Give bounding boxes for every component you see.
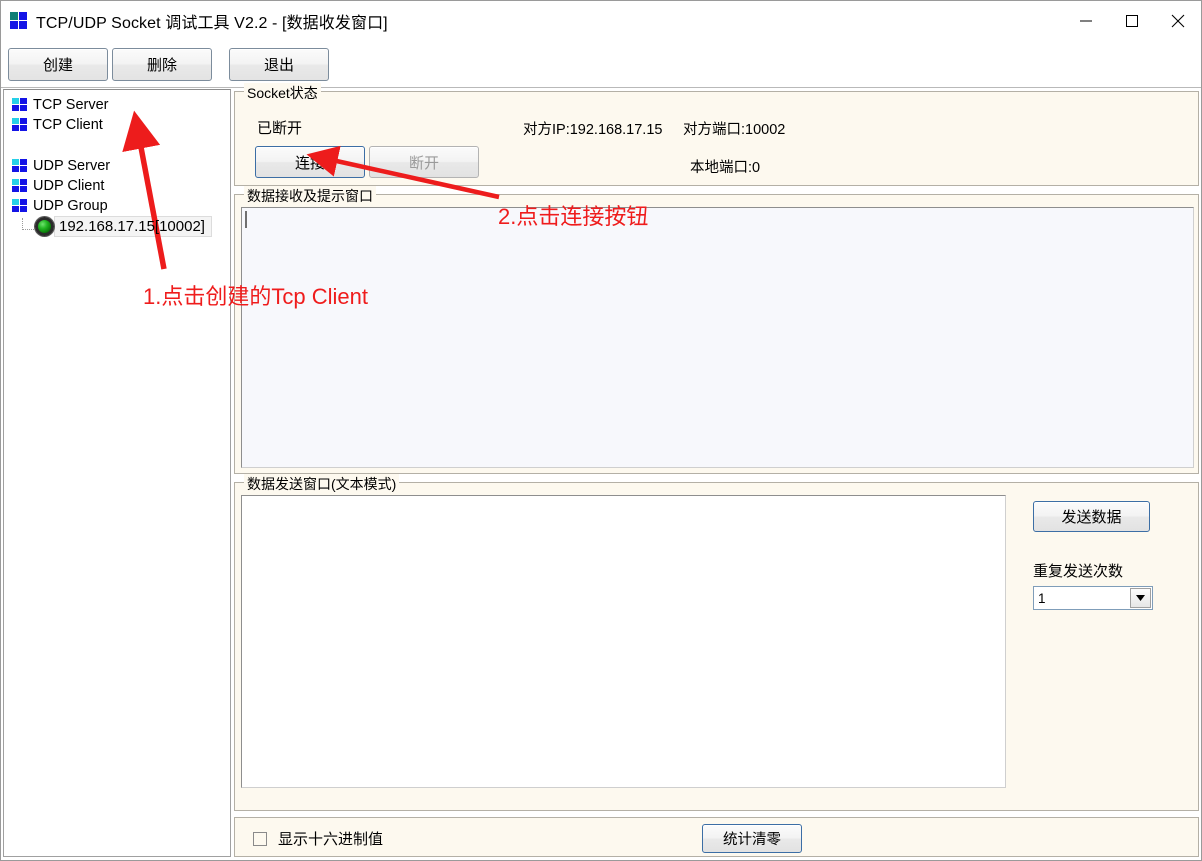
node-grid-icon [12, 179, 27, 193]
socket-status-group: Socket状态 已断开 对方IP:192.168.17.15 对方端口:100… [234, 91, 1199, 186]
exit-button[interactable]: 退出 [229, 48, 329, 81]
node-grid-icon [12, 199, 27, 213]
text-caret [245, 211, 247, 228]
send-window-group-title: 数据发送窗口(文本模式) [244, 474, 399, 494]
application-window: TCP/UDP Socket 调试工具 V2.2 - [数据收发窗口] 创建 删… [0, 0, 1202, 861]
green-led-icon [35, 217, 54, 236]
tree-item-label: UDP Group [33, 198, 108, 214]
tree-item-label: TCP Server [33, 97, 108, 113]
delete-button[interactable]: 删除 [112, 48, 212, 81]
clear-stats-button[interactable]: 统计清零 [702, 824, 802, 853]
window-title: TCP/UDP Socket 调试工具 V2.2 - [数据收发窗口] [36, 9, 388, 33]
tree-item-udp-group[interactable]: UDP Group [12, 196, 108, 216]
send-textarea[interactable] [241, 495, 1006, 788]
tree-item-label: UDP Client [33, 178, 104, 194]
repeat-count-label: 重复发送次数 [1033, 560, 1123, 581]
local-port-text: 本地端口:0 [690, 156, 760, 177]
checkbox-box[interactable] [253, 832, 267, 846]
create-button[interactable]: 创建 [8, 48, 108, 81]
tree-item-label: 192.168.17.15[10002] [59, 218, 205, 235]
toolbar: 创建 删除 退出 [1, 40, 1201, 88]
peer-ip-text: 对方IP:192.168.17.15 [523, 118, 662, 139]
app-grid-icon [10, 12, 27, 29]
close-icon[interactable] [1155, 1, 1201, 40]
receive-window-group-title: 数据接收及提示窗口 [244, 186, 376, 206]
window-controls [1063, 1, 1201, 40]
repeat-count-value: 1 [1034, 591, 1130, 606]
disconnect-button: 断开 [369, 146, 479, 178]
receive-textarea[interactable] [241, 207, 1194, 468]
chevron-down-icon[interactable] [1130, 588, 1151, 608]
node-grid-icon [12, 118, 27, 132]
receive-window-group: 数据接收及提示窗口 [234, 194, 1199, 474]
socket-tree-panel[interactable]: TCP Server TCP Client 192.168.17.15[1000… [3, 89, 231, 857]
connect-button[interactable]: 连接 [255, 146, 365, 178]
connection-state-text: 已断开 [257, 117, 302, 138]
bottom-options-bar: 显示十六进制值 统计清零 [234, 817, 1199, 857]
repeat-count-select[interactable]: 1 [1033, 586, 1153, 610]
maximize-icon[interactable] [1109, 1, 1155, 40]
socket-status-group-title: Socket状态 [244, 83, 321, 103]
tree-item-tcp-client[interactable]: TCP Client [12, 115, 103, 135]
tree-item-udp-server[interactable]: UDP Server [12, 156, 110, 176]
tree-item-tcp-server[interactable]: TCP Server [12, 95, 108, 115]
tree-item-tcp-client-connection[interactable]: 192.168.17.15[10002] [32, 216, 208, 236]
node-grid-icon [12, 159, 27, 173]
show-hex-label: 显示十六进制值 [278, 828, 383, 849]
peer-port-text: 对方端口:10002 [683, 118, 785, 139]
tree-item-label: TCP Client [33, 117, 103, 133]
title-bar: TCP/UDP Socket 调试工具 V2.2 - [数据收发窗口] [1, 1, 1201, 40]
show-hex-checkbox[interactable]: 显示十六进制值 [253, 828, 383, 849]
minimize-icon[interactable] [1063, 1, 1109, 40]
main-content-area: Socket状态 已断开 对方IP:192.168.17.15 对方端口:100… [234, 89, 1199, 857]
node-grid-icon [12, 98, 27, 112]
tree-item-udp-client[interactable]: UDP Client [12, 176, 104, 196]
send-data-button[interactable]: 发送数据 [1033, 501, 1150, 532]
tree-item-label: UDP Server [33, 158, 110, 174]
send-window-group: 数据发送窗口(文本模式) 发送数据 重复发送次数 1 [234, 482, 1199, 811]
